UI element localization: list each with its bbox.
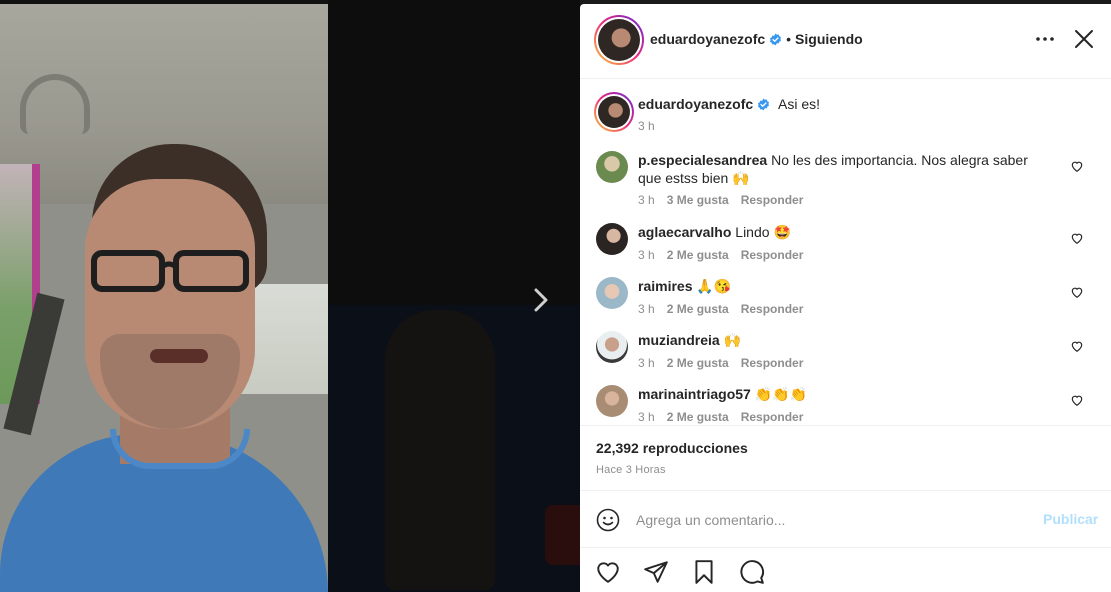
- heart-icon[interactable]: [1070, 393, 1084, 407]
- close-icon[interactable]: [1073, 28, 1095, 50]
- heart-icon[interactable]: [1070, 339, 1084, 353]
- commenter-username[interactable]: p.especialesandrea: [638, 152, 767, 168]
- comment-time[interactable]: 3 h: [638, 193, 655, 207]
- heart-icon[interactable]: [1070, 159, 1084, 173]
- reply-button[interactable]: Responder: [741, 356, 804, 370]
- caption-text: Asi es!: [778, 96, 821, 112]
- comment-likes[interactable]: 2 Me gusta: [667, 410, 729, 424]
- chevron-right-icon: [534, 288, 548, 312]
- backdrop-decoration: [545, 505, 580, 565]
- follow-separator: •: [786, 31, 792, 47]
- commenter-username[interactable]: muziandreia: [638, 332, 720, 348]
- comment-text: Lindo: [735, 224, 770, 240]
- comment-likes[interactable]: 2 Me gusta: [667, 356, 729, 370]
- author-username[interactable]: eduardoyanezofc: [650, 31, 765, 47]
- comment-composer: Publicar: [580, 492, 1111, 548]
- commenter-avatar[interactable]: [596, 331, 628, 363]
- speech-bubble-icon[interactable]: [739, 559, 765, 585]
- comment-meta: 3 h 2 Me gusta Responder: [638, 410, 803, 424]
- heart-icon[interactable]: [1070, 285, 1084, 299]
- post-header: eduardoyanezofc • Siguiendo: [580, 4, 1111, 79]
- heart-icon[interactable]: [595, 559, 621, 585]
- comment-body: p.especialesandrea No les des importanci…: [638, 151, 1048, 187]
- comment-meta: 3 h 2 Me gusta Responder: [638, 302, 803, 316]
- header-user-info: eduardoyanezofc • Siguiendo: [650, 31, 863, 47]
- heart-icon[interactable]: [1070, 231, 1084, 245]
- post-actions: [580, 549, 1111, 592]
- verified-badge-icon: [770, 33, 782, 45]
- caption-avatar-ring[interactable]: [594, 92, 634, 132]
- comment-body: marinaintriago57 👏👏👏: [638, 385, 1058, 403]
- following-button[interactable]: Siguiendo: [795, 31, 863, 47]
- author-avatar: [598, 19, 640, 61]
- comment-likes[interactable]: 3 Me gusta: [667, 193, 729, 207]
- verified-badge-icon: [758, 98, 770, 111]
- video-mouth: [150, 349, 208, 363]
- comment-emoji: 🙌: [732, 170, 750, 186]
- caption-timestamp[interactable]: 3 h: [638, 119, 655, 133]
- comment-emoji: 👏👏👏: [754, 386, 808, 402]
- comment-item: p.especialesandrea No les des importanci…: [580, 151, 1111, 207]
- post-detail-panel: eduardoyanezofc • Siguiendo eduardoyanez…: [580, 4, 1111, 592]
- commenter-username[interactable]: aglaecarvalho: [638, 224, 731, 240]
- reply-button[interactable]: Responder: [741, 248, 804, 262]
- post-stats: 22,392 reproducciones Hace 3 Horas: [580, 425, 1111, 491]
- comment-meta: 3 h 2 Me gusta Responder: [638, 356, 803, 370]
- reply-button[interactable]: Responder: [741, 302, 804, 316]
- view-count[interactable]: 22,392 reproducciones: [596, 440, 748, 456]
- next-post-button[interactable]: [528, 285, 554, 315]
- comment-likes[interactable]: 2 Me gusta: [667, 248, 729, 262]
- comment-meta: 3 h 2 Me gusta Responder: [638, 248, 803, 262]
- comment-likes[interactable]: 2 Me gusta: [667, 302, 729, 316]
- comment-item: raimires 🙏😘 3 h 2 Me gusta Responder: [580, 277, 1111, 331]
- comment-body: aglaecarvalho Lindo 🤩: [638, 223, 1058, 241]
- comment-item: aglaecarvalho Lindo 🤩 3 h 2 Me gusta Res…: [580, 223, 1111, 277]
- comment-emoji: 🤩: [773, 224, 791, 240]
- publish-button[interactable]: Publicar: [1043, 511, 1098, 527]
- comment-input[interactable]: [636, 508, 1026, 532]
- caption: eduardoyanezofc Asi es!: [638, 96, 820, 112]
- comment-body: muziandreia 🙌: [638, 331, 1058, 349]
- video-glasses: [91, 250, 249, 292]
- comment-item: muziandreia 🙌 3 h 2 Me gusta Responder: [580, 331, 1111, 385]
- commenter-avatar[interactable]: [596, 385, 628, 417]
- reply-button[interactable]: Responder: [741, 410, 804, 424]
- caption-avatar: [598, 96, 630, 128]
- comment-time[interactable]: 3 h: [638, 410, 655, 424]
- comment-time[interactable]: 3 h: [638, 356, 655, 370]
- post-timestamp[interactable]: Hace 3 Horas: [596, 464, 666, 476]
- commenter-avatar[interactable]: [596, 277, 628, 309]
- commenter-avatar[interactable]: [596, 151, 628, 183]
- video-collar: [110, 429, 250, 469]
- comment-time[interactable]: 3 h: [638, 248, 655, 262]
- comment-time[interactable]: 3 h: [638, 302, 655, 316]
- comment-emoji: 🙏😘: [696, 278, 732, 294]
- reply-button[interactable]: Responder: [741, 193, 804, 207]
- backdrop-figure: [385, 310, 495, 590]
- more-options-button[interactable]: [1034, 28, 1056, 50]
- comments-list[interactable]: eduardoyanezofc Asi es! 3 h p.especiales…: [580, 80, 1111, 425]
- post-video[interactable]: [0, 4, 328, 592]
- comment-emoji: 🙌: [723, 332, 742, 348]
- comment-body: raimires 🙏😘: [638, 277, 1058, 295]
- bookmark-icon[interactable]: [691, 559, 717, 585]
- comment-item: marinaintriago57 👏👏👏 3 h 2 Me gusta Resp…: [580, 385, 1111, 425]
- author-avatar-ring[interactable]: [594, 15, 644, 65]
- commenter-username[interactable]: raimires: [638, 278, 692, 294]
- smiley-icon[interactable]: [596, 508, 620, 532]
- comment-meta: 3 h 3 Me gusta Responder: [638, 193, 803, 207]
- commenter-username[interactable]: marinaintriago57: [638, 386, 751, 402]
- caption-username[interactable]: eduardoyanezofc: [638, 96, 753, 112]
- paper-plane-icon[interactable]: [643, 559, 669, 585]
- more-options-icon: [1036, 37, 1054, 41]
- commenter-avatar[interactable]: [596, 223, 628, 255]
